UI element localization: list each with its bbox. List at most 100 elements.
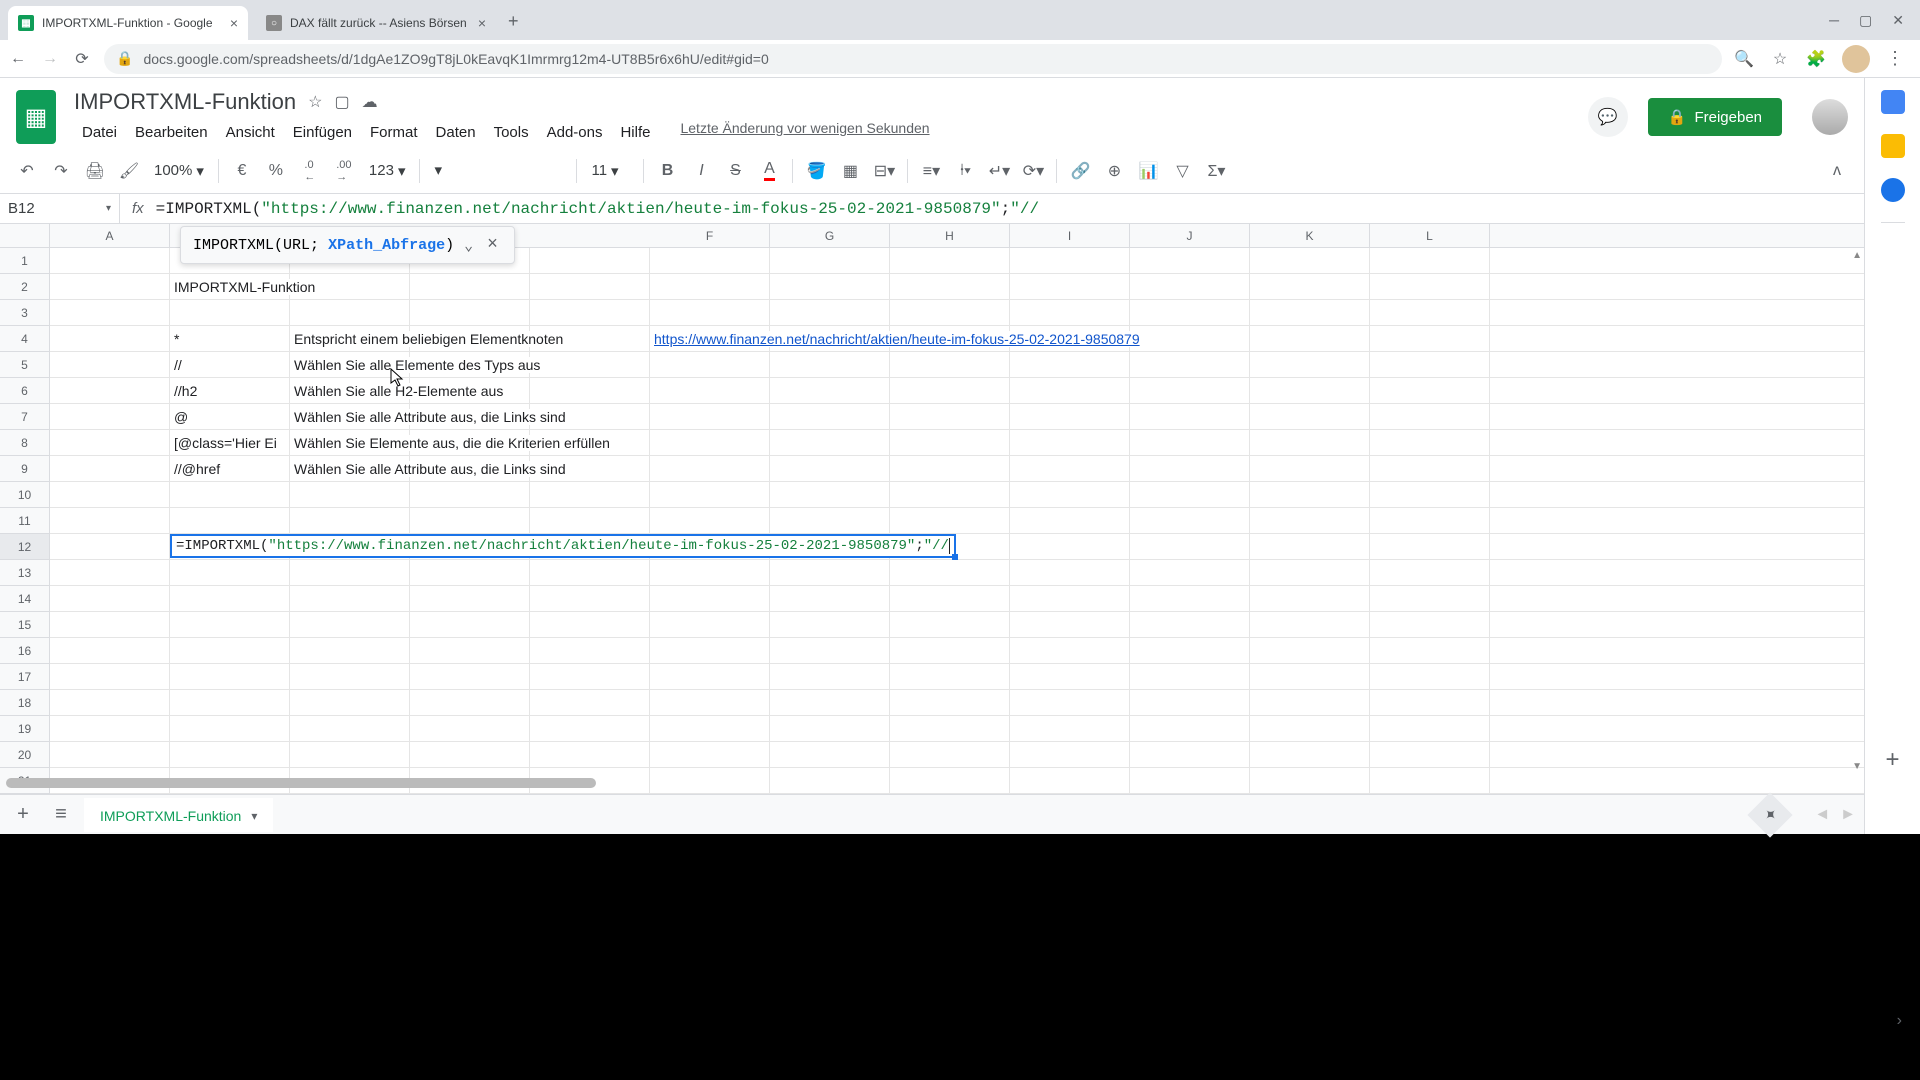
cell-K3[interactable] xyxy=(1250,300,1370,325)
cell-A3[interactable] xyxy=(50,300,170,325)
cells-container[interactable]: =IMPORTXML("https://www.finanzen.net/nac… xyxy=(50,248,1864,794)
maximize-icon[interactable]: ▢ xyxy=(1859,12,1872,29)
expand-tooltip-icon[interactable]: ⌄ xyxy=(464,236,473,255)
cell-A7[interactable] xyxy=(50,404,170,429)
cell-K5[interactable] xyxy=(1250,352,1370,377)
cell-H14[interactable] xyxy=(890,586,1010,611)
cell-C10[interactable] xyxy=(290,482,410,507)
cell-B18[interactable] xyxy=(170,690,290,715)
cell-I8[interactable] xyxy=(1010,430,1130,455)
cell-L2[interactable] xyxy=(1370,274,1490,299)
cell-J14[interactable] xyxy=(1130,586,1250,611)
cell-I3[interactable] xyxy=(1010,300,1130,325)
cell-C11[interactable] xyxy=(290,508,410,533)
undo-icon[interactable]: ↶ xyxy=(12,156,42,186)
cell-C18[interactable] xyxy=(290,690,410,715)
cell-C3[interactable] xyxy=(290,300,410,325)
spreadsheet-grid[interactable]: IMPORTXML(URL; XPath_Abfrage) ⌄ × A B C … xyxy=(0,224,1864,794)
cell-J4[interactable] xyxy=(1130,326,1250,351)
row-header-13[interactable]: 13 xyxy=(0,560,50,586)
menu-einfuegen[interactable]: Einfügen xyxy=(285,120,360,145)
cell-B19[interactable] xyxy=(170,716,290,741)
cell-F6[interactable] xyxy=(650,378,770,403)
comment-button[interactable]: ⊕ xyxy=(1099,156,1129,186)
column-header-l[interactable]: L xyxy=(1370,224,1490,247)
cell-L13[interactable] xyxy=(1370,560,1490,585)
cell-F2[interactable] xyxy=(650,274,770,299)
cell-J17[interactable] xyxy=(1130,664,1250,689)
comments-button[interactable]: 💬 xyxy=(1588,97,1628,137)
cell-H7[interactable] xyxy=(890,404,1010,429)
cell-G15[interactable] xyxy=(770,612,890,637)
cell-A12[interactable] xyxy=(50,534,170,559)
close-window-icon[interactable]: ✕ xyxy=(1892,12,1904,29)
cell-F5[interactable] xyxy=(650,352,770,377)
zoom-select[interactable]: 100% ▾ xyxy=(148,162,210,180)
cell-K6[interactable] xyxy=(1250,378,1370,403)
cell-L12[interactable] xyxy=(1370,534,1490,559)
cell-G17[interactable] xyxy=(770,664,890,689)
cell-G3[interactable] xyxy=(770,300,890,325)
cell-G16[interactable] xyxy=(770,638,890,663)
print-icon[interactable]: 🖨 xyxy=(80,156,110,186)
vertical-align-button[interactable]: ⍿▾ xyxy=(950,156,980,186)
cell-B7[interactable]: @ xyxy=(170,404,290,429)
cell-H6[interactable] xyxy=(890,378,1010,403)
link-button[interactable]: 🔗 xyxy=(1065,156,1095,186)
cell-L20[interactable] xyxy=(1370,742,1490,767)
cell-A16[interactable] xyxy=(50,638,170,663)
merge-cells-button[interactable]: ⊟▾ xyxy=(869,156,899,186)
cell-H8[interactable] xyxy=(890,430,1010,455)
scroll-down-icon[interactable]: ▼ xyxy=(1852,761,1862,772)
cell-E3[interactable] xyxy=(530,300,650,325)
cell-C16[interactable] xyxy=(290,638,410,663)
cell-J12[interactable] xyxy=(1130,534,1250,559)
row-header-11[interactable]: 11 xyxy=(0,508,50,534)
sheet-prev-icon[interactable]: ◄ xyxy=(1814,806,1830,824)
cell-J20[interactable] xyxy=(1130,742,1250,767)
add-addon-button[interactable]: + xyxy=(1885,746,1899,774)
forward-icon[interactable]: → xyxy=(40,49,60,69)
cell-L16[interactable] xyxy=(1370,638,1490,663)
cell-H13[interactable] xyxy=(890,560,1010,585)
cell-B13[interactable] xyxy=(170,560,290,585)
cell-B10[interactable] xyxy=(170,482,290,507)
cell-E16[interactable] xyxy=(530,638,650,663)
cell-C20[interactable] xyxy=(290,742,410,767)
cell-C8[interactable]: Wählen Sie Elemente aus, die die Kriteri… xyxy=(290,430,410,455)
column-header-j[interactable]: J xyxy=(1130,224,1250,247)
cell-J7[interactable] xyxy=(1130,404,1250,429)
cell-H9[interactable] xyxy=(890,456,1010,481)
cell-F9[interactable] xyxy=(650,456,770,481)
cell-J21[interactable] xyxy=(1130,768,1250,793)
cell-J2[interactable] xyxy=(1130,274,1250,299)
cell-J9[interactable] xyxy=(1130,456,1250,481)
cell-E10[interactable] xyxy=(530,482,650,507)
cell-F21[interactable] xyxy=(650,768,770,793)
cell-K7[interactable] xyxy=(1250,404,1370,429)
menu-hilfe[interactable]: Hilfe xyxy=(612,120,658,145)
cell-J19[interactable] xyxy=(1130,716,1250,741)
url-input[interactable]: 🔒 docs.google.com/spreadsheets/d/1dgAe1Z… xyxy=(104,44,1722,74)
cell-F15[interactable] xyxy=(650,612,770,637)
cell-C19[interactable] xyxy=(290,716,410,741)
cell-L10[interactable] xyxy=(1370,482,1490,507)
menu-dots-icon[interactable]: ⋮ xyxy=(1886,48,1904,69)
cell-C17[interactable] xyxy=(290,664,410,689)
row-header-15[interactable]: 15 xyxy=(0,612,50,638)
menu-format[interactable]: Format xyxy=(362,120,426,145)
menu-ansicht[interactable]: Ansicht xyxy=(218,120,283,145)
cell-I12[interactable] xyxy=(1010,534,1130,559)
row-header-4[interactable]: 4 xyxy=(0,326,50,352)
keep-icon[interactable] xyxy=(1881,134,1905,158)
cell-H18[interactable] xyxy=(890,690,1010,715)
cell-B20[interactable] xyxy=(170,742,290,767)
cell-H15[interactable] xyxy=(890,612,1010,637)
cell-L19[interactable] xyxy=(1370,716,1490,741)
cell-D17[interactable] xyxy=(410,664,530,689)
column-header-g[interactable]: G xyxy=(770,224,890,247)
row-header-10[interactable]: 10 xyxy=(0,482,50,508)
cell-J3[interactable] xyxy=(1130,300,1250,325)
cell-I5[interactable] xyxy=(1010,352,1130,377)
bookmark-icon[interactable]: ☆ xyxy=(1770,49,1790,69)
